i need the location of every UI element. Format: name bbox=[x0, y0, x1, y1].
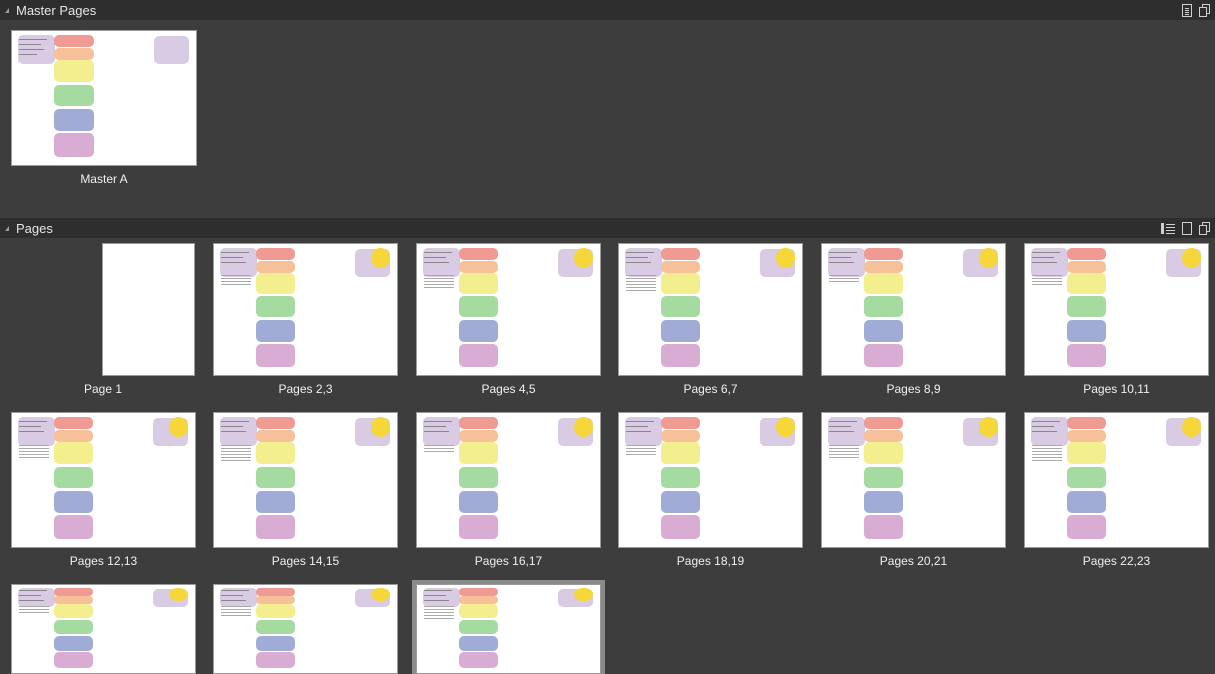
spread-view-icon[interactable] bbox=[1199, 221, 1211, 235]
master-a-thumbnail[interactable] bbox=[11, 30, 197, 166]
page-content-preview bbox=[417, 244, 600, 375]
page-content-preview bbox=[1025, 244, 1208, 375]
spread-thumbnail[interactable] bbox=[412, 580, 605, 674]
sun-sticker-icon bbox=[1182, 247, 1201, 268]
spread-thumbnail[interactable] bbox=[821, 412, 1006, 548]
pages-title: Pages bbox=[16, 220, 53, 236]
collapse-triangle-icon[interactable] bbox=[5, 225, 9, 231]
spread-thumbnail[interactable] bbox=[213, 412, 398, 548]
spread-thumbnail[interactable] bbox=[11, 584, 196, 674]
page-content-preview bbox=[822, 413, 1005, 547]
sun-sticker-icon bbox=[371, 247, 390, 268]
sun-sticker-icon bbox=[979, 247, 998, 268]
sun-sticker-icon bbox=[169, 587, 188, 601]
page-content-preview bbox=[1025, 413, 1208, 547]
page-content-preview bbox=[822, 244, 1005, 375]
spread-label: Pages 10,11 bbox=[1083, 382, 1150, 396]
page-content-preview bbox=[417, 585, 600, 673]
sun-sticker-icon bbox=[371, 587, 390, 601]
page-content-preview bbox=[214, 585, 397, 673]
page-content-preview bbox=[214, 244, 397, 375]
spread-thumbnail[interactable] bbox=[416, 412, 601, 548]
spread-label: Pages 4,5 bbox=[481, 382, 536, 396]
page-properties-icon[interactable] bbox=[1161, 222, 1175, 234]
spread-label: Pages 22,23 bbox=[1082, 554, 1151, 568]
spread-label: Pages 8,9 bbox=[886, 382, 941, 396]
spread-label: Pages 12,13 bbox=[69, 554, 138, 568]
master-pages-title: Master Pages bbox=[16, 2, 97, 18]
sun-sticker-icon bbox=[574, 247, 593, 268]
page-1-thumbnail[interactable] bbox=[102, 243, 195, 376]
page-content-preview bbox=[619, 413, 802, 547]
spread-thumbnail[interactable] bbox=[213, 243, 398, 376]
master-a-label: Master A bbox=[80, 172, 128, 186]
sun-sticker-icon bbox=[574, 417, 593, 438]
single-page-view-icon[interactable] bbox=[1182, 221, 1192, 235]
page-content-preview bbox=[12, 413, 195, 547]
sun-sticker-icon bbox=[574, 587, 593, 601]
collapse-triangle-icon[interactable] bbox=[5, 7, 9, 13]
spread-label: Pages 20,21 bbox=[879, 554, 948, 568]
spread-thumbnail[interactable] bbox=[11, 412, 196, 548]
spread-label: Pages 18,19 bbox=[676, 554, 745, 568]
sun-sticker-icon bbox=[169, 417, 188, 438]
spread-label: Pages 16,17 bbox=[474, 554, 543, 568]
page-content-preview bbox=[619, 244, 802, 375]
sun-sticker-icon bbox=[371, 417, 390, 438]
page-content-preview bbox=[214, 413, 397, 547]
page-1-label: Page 1 bbox=[83, 382, 123, 396]
spread-label: Pages 14,15 bbox=[271, 554, 340, 568]
sun-sticker-icon bbox=[1182, 417, 1201, 438]
spread-view-icon[interactable] bbox=[1199, 3, 1211, 17]
sun-sticker-icon bbox=[979, 417, 998, 438]
spread-thumbnail[interactable] bbox=[1024, 412, 1209, 548]
sun-sticker-icon bbox=[776, 417, 795, 438]
spread-thumbnail[interactable] bbox=[1024, 243, 1209, 376]
spread-label: Pages 2,3 bbox=[278, 382, 333, 396]
sun-sticker-icon bbox=[776, 247, 795, 268]
single-page-view-icon[interactable] bbox=[1182, 3, 1192, 17]
page-content-preview bbox=[12, 31, 196, 165]
spread-thumbnail[interactable] bbox=[618, 412, 803, 548]
spread-thumbnail[interactable] bbox=[618, 243, 803, 376]
pages-header[interactable]: Pages bbox=[0, 218, 1215, 238]
master-pages-header[interactable]: Master Pages bbox=[0, 0, 1215, 20]
page-content-preview bbox=[417, 413, 600, 547]
spread-thumbnail[interactable] bbox=[821, 243, 1006, 376]
spread-thumbnail[interactable] bbox=[213, 584, 398, 674]
spread-thumbnail[interactable] bbox=[416, 243, 601, 376]
spread-label: Pages 6,7 bbox=[683, 382, 738, 396]
page-content-preview bbox=[12, 585, 195, 673]
